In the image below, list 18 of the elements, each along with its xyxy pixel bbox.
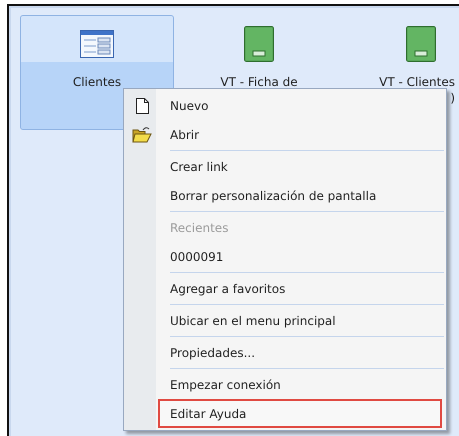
document-icon	[136, 98, 148, 114]
book-icon	[406, 26, 436, 62]
tile-label: VT - Ficha de	[220, 74, 298, 90]
folder-icon	[132, 126, 152, 143]
menu-item[interactable]: Empezar conexión	[158, 370, 442, 399]
menu-item[interactable]: Crear link	[158, 152, 442, 181]
tile-label: VT - Clientes	[379, 74, 455, 90]
menu-item[interactable]: Propiedades...	[158, 338, 442, 367]
tile-label: Clientes	[72, 74, 122, 90]
tile-label: )	[450, 90, 455, 106]
menu-item[interactable]: Borrar personalización de pantalla	[158, 181, 442, 210]
menu-section-header: Recientes	[169, 220, 230, 236]
menu-item[interactable]: Editar Ayuda	[158, 399, 442, 428]
menu-item[interactable]: Ubicar en el menu principal	[158, 306, 442, 335]
book-icon	[244, 26, 274, 62]
menu-item[interactable]: Agregar a favoritos	[158, 274, 442, 303]
menu-item[interactable]: 0000091	[158, 242, 442, 271]
form-icon	[80, 30, 114, 58]
